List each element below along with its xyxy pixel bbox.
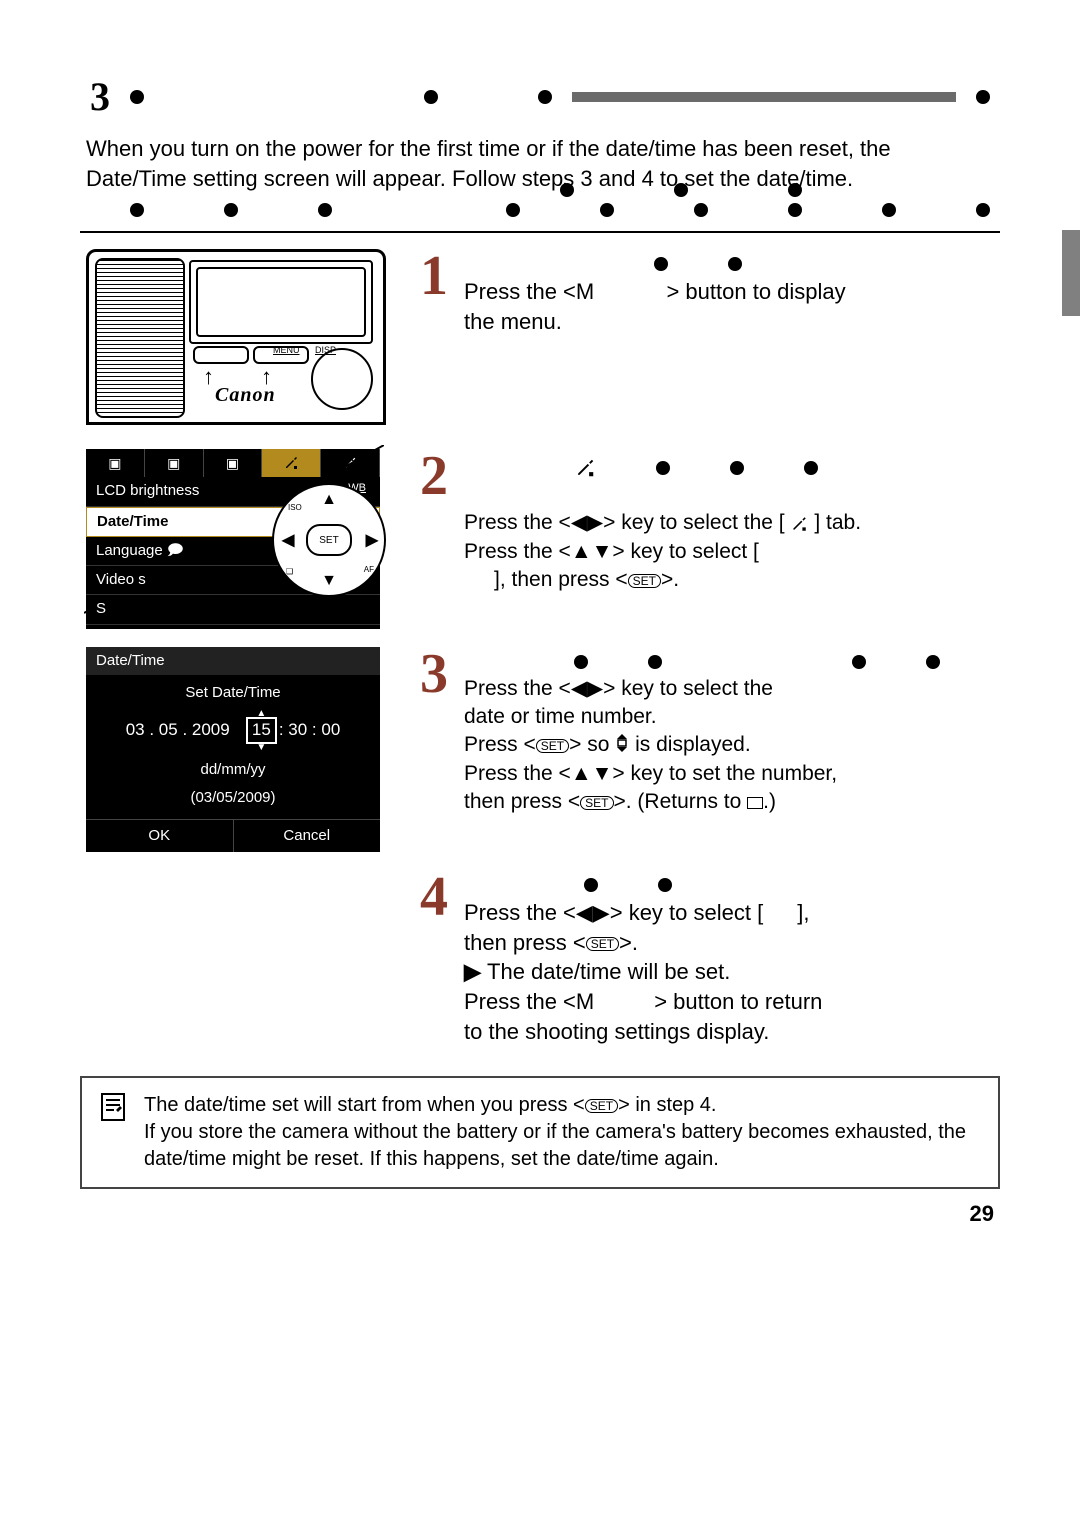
tab-icon: ▣ — [86, 449, 145, 477]
dot-icon — [600, 203, 614, 217]
set-button-icon: SET — [585, 1099, 618, 1113]
triangle-left-icon: ◀ — [282, 530, 294, 552]
page-number: 29 — [0, 1189, 1080, 1229]
step-number: 3 — [414, 637, 454, 713]
step-number: 2 — [414, 439, 454, 515]
dot-icon — [788, 183, 802, 197]
dot-icon — [882, 203, 896, 217]
dot-icon — [852, 655, 866, 669]
set-button-icon: SET — [580, 796, 613, 810]
tab-icon — [321, 449, 380, 477]
header: 3 — [0, 70, 1080, 124]
dot-icon — [538, 90, 552, 104]
triangle-right-icon: ▶ — [366, 530, 378, 552]
dot-icon — [658, 878, 672, 892]
triangle-up-icon: ▲ — [321, 489, 337, 511]
tab-setup-icon — [262, 449, 321, 477]
left-right-key-icon: ◀▶ — [576, 900, 610, 925]
menu-illustration: ▣ ▣ ▣ WB LCD brightness ✳ — [86, 449, 380, 628]
dot-icon — [976, 203, 990, 217]
step-2: ▣ ▣ ▣ WB LCD brightness ✳ — [86, 449, 994, 628]
side-tab — [1062, 230, 1080, 316]
af-label: AF — [364, 565, 374, 576]
step-text: Press the <◀▶> key to select the date or… — [464, 675, 994, 817]
set-button-icon: SET — [628, 574, 661, 588]
datetime-illustration: Date/Time Set Date/Time 03 . 05 . 2009 ▲… — [86, 647, 380, 852]
set-label: SET — [306, 524, 352, 556]
dot-icon — [318, 203, 332, 217]
up-down-key-icon: ▲▼ — [571, 540, 613, 563]
dt-title: Date/Time — [86, 647, 380, 675]
dot-icon — [976, 90, 990, 104]
tab-icon: ▣ — [145, 449, 204, 477]
step-number: 4 — [414, 860, 454, 936]
wrench-icon — [790, 515, 808, 533]
title-number: 3 — [90, 70, 110, 124]
dt-format: dd/mm/yy — [86, 754, 380, 786]
up-down-key-icon: ▲▼ — [571, 762, 613, 785]
dot-icon — [728, 257, 742, 271]
step-text: Press the <◀▶> key to select [], then pr… — [464, 898, 994, 1046]
box-icon — [747, 797, 763, 809]
dial-illustration: ▲ ▼ ◀ ▶ ISO ❏ AF SET — [272, 483, 386, 597]
cancel-button: Cancel — [234, 819, 381, 852]
set-button-icon: SET — [536, 739, 569, 753]
header-bar — [572, 92, 956, 102]
caret-up-icon: ▲ — [256, 707, 266, 721]
dot-icon — [560, 183, 574, 197]
canon-logo: Canon — [215, 382, 276, 409]
dt-selected-field: ▲ 15 ▼ — [246, 717, 277, 744]
note-icon — [100, 1092, 128, 1173]
step-1: MENU DISP ↑ ↑ Canon 1 Press — [86, 249, 994, 425]
dot-icon — [648, 655, 662, 669]
dot-icon — [926, 655, 940, 669]
dot-icon — [674, 183, 688, 197]
dt-values: 03 . 05 . 2009 ▲ 15 ▼ : 30 : 00 — [86, 713, 380, 754]
result-arrow-icon: ▶ — [464, 959, 487, 984]
dot-icon — [730, 461, 744, 475]
triangle-down-icon: ▼ — [321, 570, 337, 592]
dot-icon — [656, 461, 670, 475]
camera-illustration: MENU DISP ↑ ↑ Canon — [86, 249, 386, 425]
dot-icon — [130, 90, 144, 104]
dot-icon — [506, 203, 520, 217]
dot-icon — [804, 461, 818, 475]
tab-icon: ▣ — [204, 449, 263, 477]
wrench-icon — [574, 457, 596, 479]
dot-icon — [574, 655, 588, 669]
dot-icon — [130, 203, 144, 217]
arrow-up-icon: ↑ — [203, 362, 214, 392]
drive-icon: ❏ — [286, 567, 293, 578]
ok-button: OK — [86, 819, 234, 852]
step-text: Press the <◀▶> key to select the [ ] tab… — [464, 509, 994, 594]
step-number: 1 — [414, 239, 454, 315]
speech-icon: 🗩 — [167, 542, 184, 559]
dot-icon — [424, 90, 438, 104]
dot-icon — [584, 878, 598, 892]
left-right-key-icon: ◀▶ — [571, 677, 603, 700]
iso-label: ISO — [288, 503, 302, 514]
step-3: Date/Time Set Date/Time 03 . 05 . 2009 ▲… — [86, 647, 994, 852]
dot-icon — [654, 257, 668, 271]
dt-subtitle: Set Date/Time — [86, 675, 380, 713]
step-text: Press the <M > button to display the men… — [464, 277, 994, 336]
set-button-icon: SET — [586, 937, 619, 951]
step-4: 4 Press the <◀▶> key to select [], then … — [86, 870, 994, 1046]
menu-item: S — [86, 595, 380, 624]
updown-box-icon — [615, 732, 629, 760]
note-box: The date/time set will start from when y… — [80, 1076, 1000, 1189]
left-right-key-icon: ◀▶ — [571, 511, 603, 534]
note-text: The date/time set will start from when y… — [144, 1092, 980, 1173]
caret-down-icon: ▼ — [256, 741, 266, 755]
dot-icon — [224, 203, 238, 217]
dot-icon — [694, 203, 708, 217]
dot-icon — [788, 203, 802, 217]
dt-paren: (03/05/2009) — [86, 786, 380, 818]
